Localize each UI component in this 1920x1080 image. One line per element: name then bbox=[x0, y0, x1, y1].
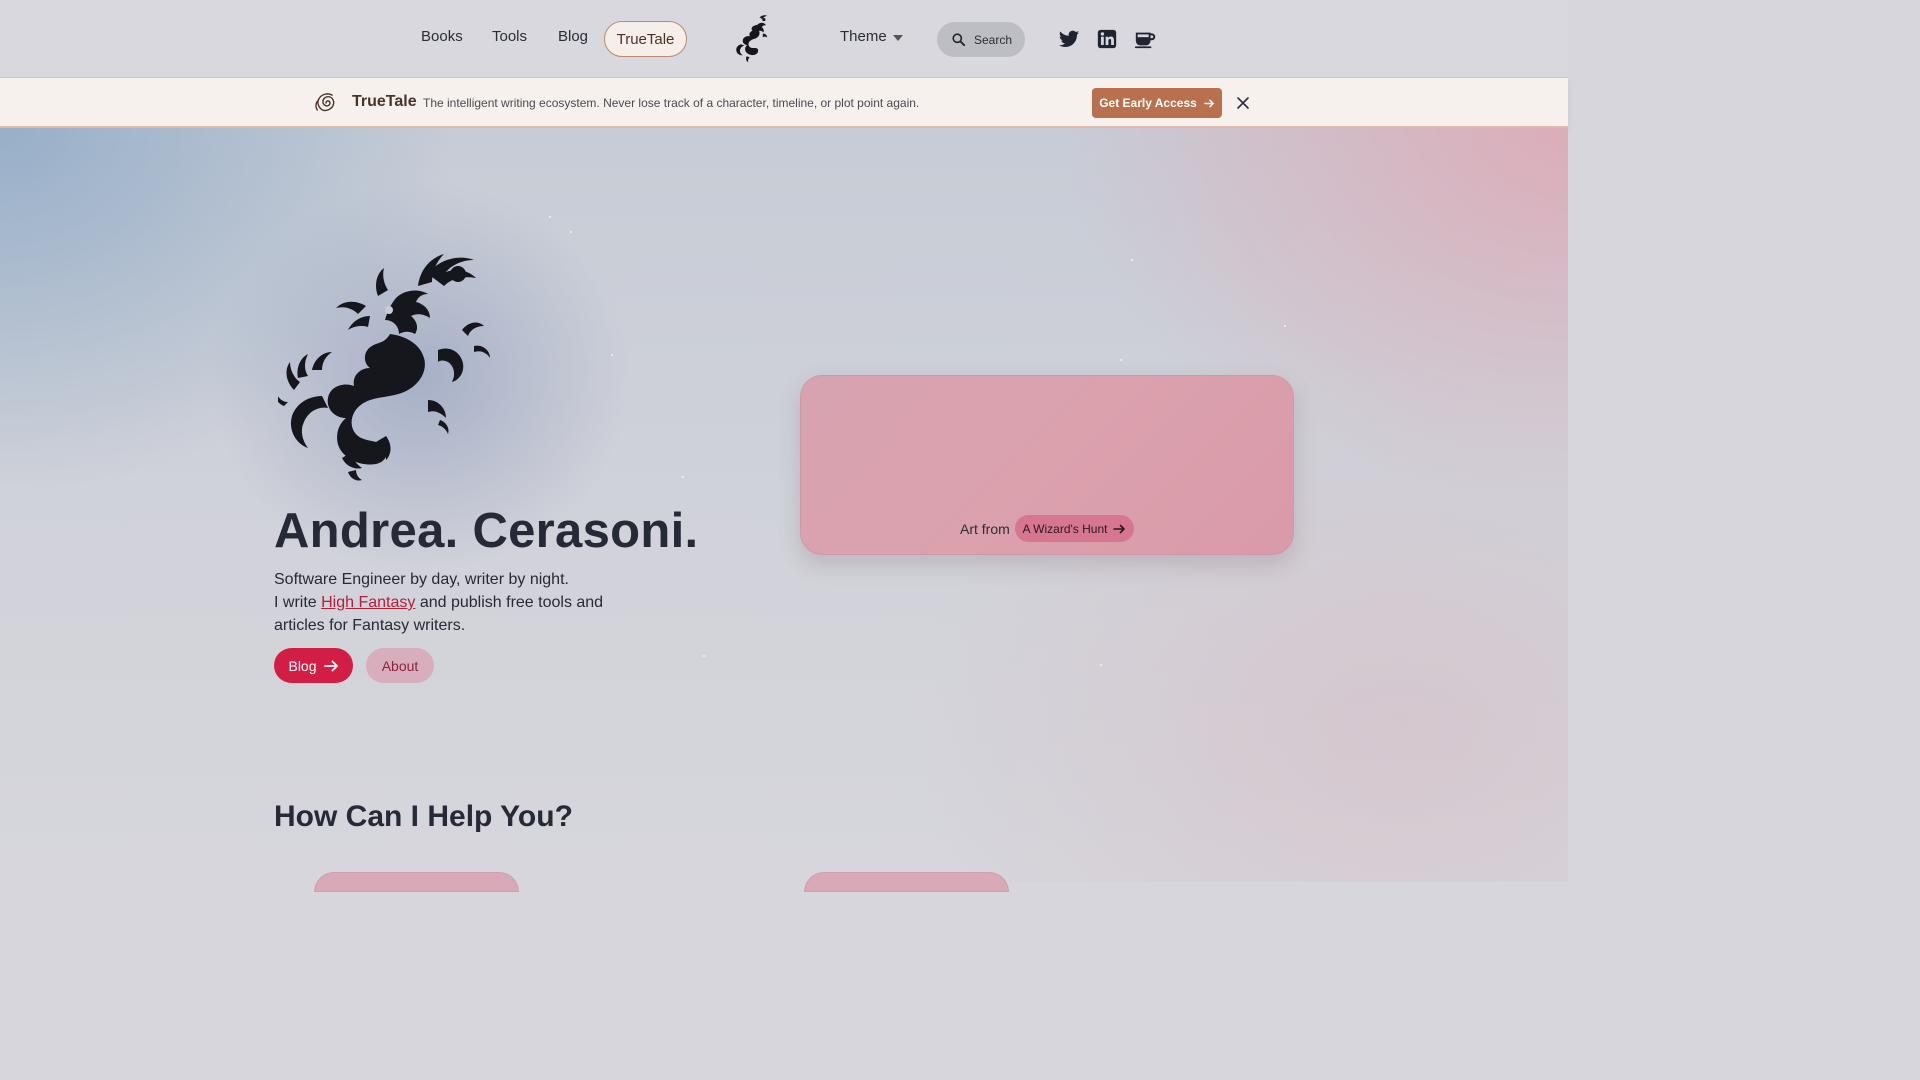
service-card[interactable] bbox=[804, 872, 1009, 892]
nav-link-books[interactable]: Books bbox=[421, 28, 463, 45]
sparkle bbox=[1100, 664, 1102, 666]
close-icon[interactable] bbox=[1234, 94, 1252, 112]
dragon-logo-icon[interactable] bbox=[724, 12, 780, 66]
get-early-access-button[interactable]: Get Early Access bbox=[1092, 88, 1222, 118]
swirl-logo-icon bbox=[315, 93, 335, 112]
announcement-banner: TrueTale The intelligent writing ecosyst… bbox=[0, 78, 1568, 128]
theme-dropdown[interactable]: Theme bbox=[840, 28, 903, 45]
nav-link-truetale[interactable]: TrueTale bbox=[604, 21, 687, 57]
sparkle bbox=[703, 655, 705, 657]
dragon-illustration-icon bbox=[278, 254, 490, 481]
sparkle bbox=[1120, 359, 1122, 361]
art-link-label: A Wizard's Hunt bbox=[1022, 521, 1108, 536]
arrow-right-icon bbox=[323, 660, 338, 671]
hero-title: Andrea. Cerasoni. bbox=[274, 504, 699, 558]
sparkle bbox=[549, 216, 551, 218]
linkedin-icon[interactable] bbox=[1096, 28, 1118, 50]
twitter-icon[interactable] bbox=[1058, 28, 1080, 50]
arrow-right-icon bbox=[1113, 524, 1126, 533]
search-placeholder: Search bbox=[974, 32, 1013, 47]
chevron-down-icon bbox=[892, 34, 903, 41]
about-button[interactable]: About bbox=[366, 648, 434, 683]
art-caption: Art from bbox=[960, 521, 1010, 537]
theme-label: Theme bbox=[840, 28, 887, 45]
service-card[interactable] bbox=[314, 872, 519, 892]
sparkle bbox=[611, 354, 613, 356]
search-icon bbox=[952, 33, 965, 46]
banner-message: The intelligent writing ecosystem. Never… bbox=[423, 96, 920, 110]
coffee-icon[interactable] bbox=[1134, 28, 1156, 50]
section-title: How Can I Help You? bbox=[274, 800, 573, 833]
sparkle bbox=[1131, 259, 1133, 261]
high-fantasy-link[interactable]: High Fantasy bbox=[321, 594, 415, 611]
hero-line-2-pre: I write bbox=[274, 594, 322, 611]
search-button[interactable]: Search bbox=[937, 22, 1025, 57]
sparkle bbox=[682, 476, 684, 478]
blog-button[interactable]: Blog bbox=[274, 648, 353, 683]
sparkle bbox=[570, 231, 572, 233]
blog-button-label: Blog bbox=[288, 657, 317, 674]
hero-section bbox=[0, 128, 1568, 882]
cta-label: Get Early Access bbox=[1099, 96, 1197, 110]
top-navigation: Books Tools Blog TrueTale Theme Search bbox=[0, 0, 1568, 78]
nav-link-tools[interactable]: Tools bbox=[492, 28, 527, 45]
hero-description: Software Engineer by day, writer by nigh… bbox=[274, 568, 654, 637]
hero-line-1: Software Engineer by day, writer by nigh… bbox=[274, 571, 569, 588]
arrow-right-icon bbox=[1203, 99, 1215, 107]
banner-brand: TrueTale bbox=[352, 93, 417, 110]
sparkle bbox=[1284, 325, 1286, 327]
wizards-hunt-link[interactable]: A Wizard's Hunt bbox=[1015, 515, 1134, 542]
nav-link-blog[interactable]: Blog bbox=[558, 28, 588, 45]
